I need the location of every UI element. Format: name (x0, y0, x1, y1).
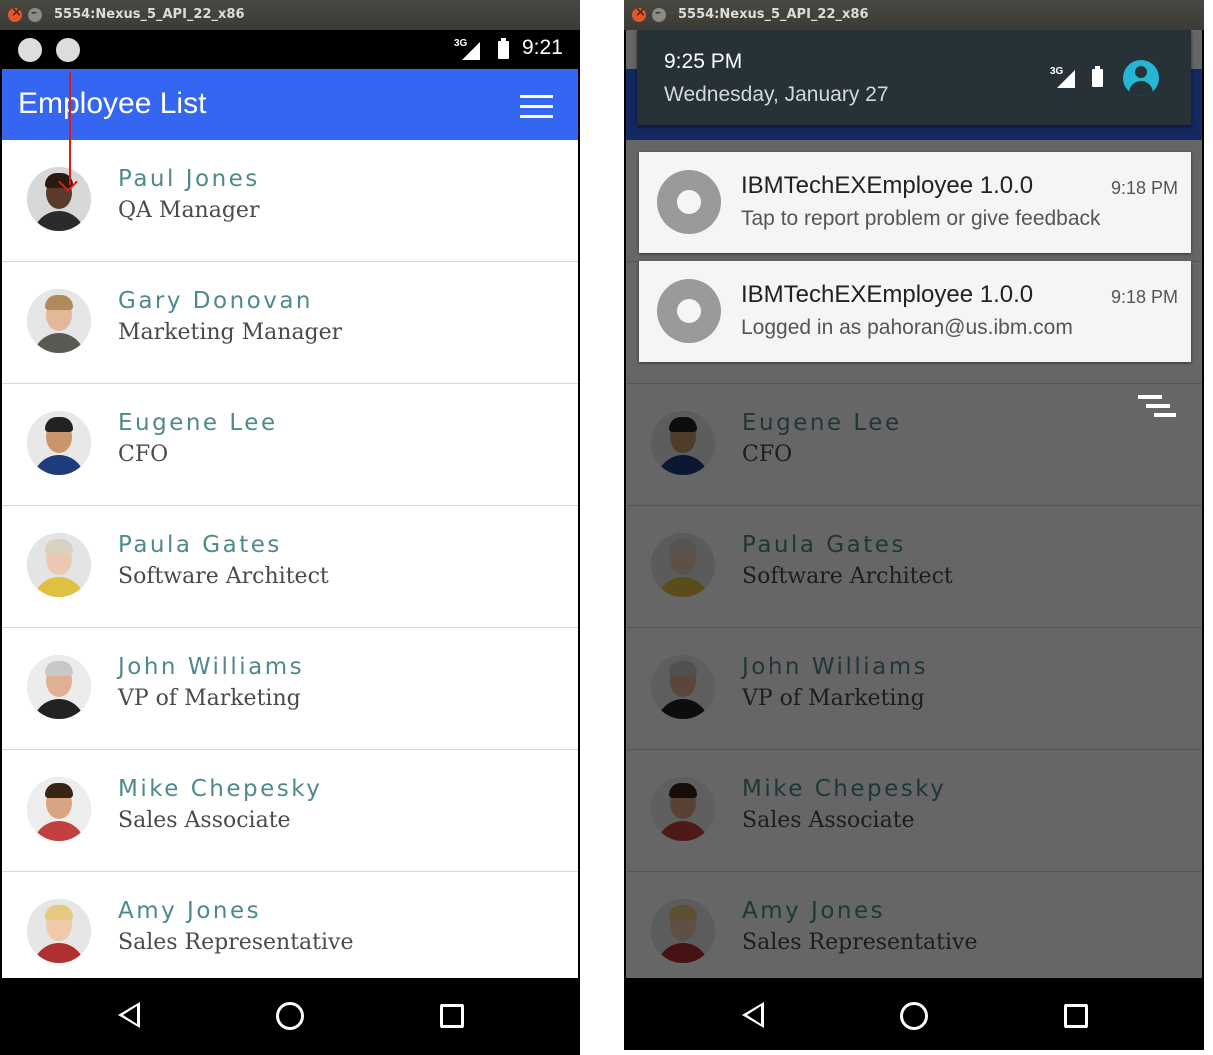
page-title: Employee List (18, 87, 207, 120)
back-icon[interactable] (118, 1002, 140, 1028)
window-title: 5554:Nexus_5_API_22_x86 (678, 7, 869, 22)
list-item[interactable]: John Williams VP of Marketing (2, 628, 578, 750)
list-item[interactable]: Mike Chepesky Sales Associate (2, 750, 578, 872)
swipe-down-arrow (69, 72, 71, 185)
notification-time: 9:18 PM (1110, 178, 1178, 198)
notification-text: Logged in as pahoran@us.ibm.com (741, 316, 1073, 339)
employee-name: Gary Donovan (118, 288, 314, 314)
close-icon[interactable] (8, 5, 22, 22)
menu-icon[interactable] (520, 95, 553, 118)
app-bar: Employee List (2, 69, 578, 140)
app-notification-icon (657, 279, 721, 343)
avatar (27, 411, 91, 475)
employee-title: Sales Representative (118, 930, 354, 955)
list-item[interactable]: Gary Donovan Marketing Manager (2, 262, 578, 384)
app-notification-icon (657, 170, 721, 234)
employee-title: Marketing Manager (118, 320, 343, 345)
minimize-icon[interactable] (652, 5, 666, 22)
avatar (27, 655, 91, 719)
employee-title: QA Manager (118, 198, 260, 223)
minimize-icon[interactable] (28, 5, 42, 22)
close-icon[interactable] (632, 5, 646, 22)
employee-title: Software Architect (118, 564, 329, 589)
notification-dot-icon (18, 38, 42, 62)
status-bar: 3G 9:21 (2, 30, 578, 69)
user-profile-icon[interactable] (1123, 60, 1159, 96)
emulator-window-2: 5554:Nexus_5_API_22_x86 Eugene Lee CFO P… (624, 0, 1204, 1050)
employee-title: CFO (118, 442, 169, 467)
emulator-window-1: 5554:Nexus_5_API_22_x86 3G 9:21 Employee… (0, 0, 580, 1055)
employee-name: Amy Jones (118, 898, 262, 924)
battery-icon (1092, 66, 1103, 87)
avatar (27, 167, 91, 231)
notification-card[interactable]: IBMTechEXEmployee 1.0.0 9:18 PM Tap to r… (639, 152, 1191, 253)
employee-name: Eugene Lee (118, 410, 278, 436)
avatar (27, 533, 91, 597)
window-titlebar: 5554:Nexus_5_API_22_x86 (624, 0, 1204, 30)
notification-card[interactable]: IBMTechEXEmployee 1.0.0 9:18 PM Logged i… (639, 261, 1191, 362)
battery-icon (498, 38, 509, 59)
employee-title: Sales Associate (118, 808, 291, 833)
quick-settings-header[interactable]: 9:25 PM Wednesday, January 27 3G (637, 30, 1191, 125)
notification-text: Tap to report problem or give feedback (741, 207, 1101, 230)
list-item[interactable]: Paul Jones QA Manager (2, 140, 578, 262)
window-titlebar: 5554:Nexus_5_API_22_x86 (0, 0, 580, 30)
back-icon[interactable] (742, 1002, 764, 1028)
employee-list: Paul Jones QA Manager Gary Donovan Marke… (2, 140, 578, 978)
navigation-bar (2, 978, 578, 1053)
notification-title: IBMTechEXEmployee 1.0.0 (741, 172, 1034, 199)
employee-name: Paul Jones (118, 166, 260, 192)
status-clock: 9:21 (522, 36, 563, 59)
signal-icon (462, 42, 480, 60)
avatar (27, 289, 91, 353)
notification-title: IBMTechEXEmployee 1.0.0 (741, 281, 1034, 308)
navigation-bar (626, 978, 1202, 1050)
window-title: 5554:Nexus_5_API_22_x86 (54, 7, 245, 22)
device-screen: Eugene Lee CFO Paula Gates Software Arch… (626, 30, 1202, 978)
list-item[interactable]: Eugene Lee CFO (2, 384, 578, 506)
clear-all-icon[interactable] (1138, 395, 1178, 425)
signal-icon (1057, 70, 1075, 88)
notification-dot-icon (56, 38, 80, 62)
recent-apps-icon[interactable] (440, 1004, 464, 1028)
employee-title: VP of Marketing (118, 686, 301, 711)
notification-time: 9:18 PM (1110, 287, 1178, 307)
home-icon[interactable] (276, 1002, 304, 1030)
employee-name: Mike Chepesky (118, 776, 323, 802)
device-screen: 3G 9:21 Employee List Paul Jones QA Mana… (2, 30, 578, 978)
home-icon[interactable] (900, 1002, 928, 1030)
shade-time: 9:25 PM (664, 50, 743, 73)
list-item[interactable]: Paula Gates Software Architect (2, 506, 578, 628)
list-item[interactable]: Amy Jones Sales Representative (2, 872, 578, 978)
recent-apps-icon[interactable] (1064, 1004, 1088, 1028)
avatar (27, 777, 91, 841)
employee-name: John Williams (118, 654, 305, 680)
avatar (27, 899, 91, 963)
employee-name: Paula Gates (118, 532, 282, 558)
shade-date: Wednesday, January 27 (664, 83, 889, 106)
